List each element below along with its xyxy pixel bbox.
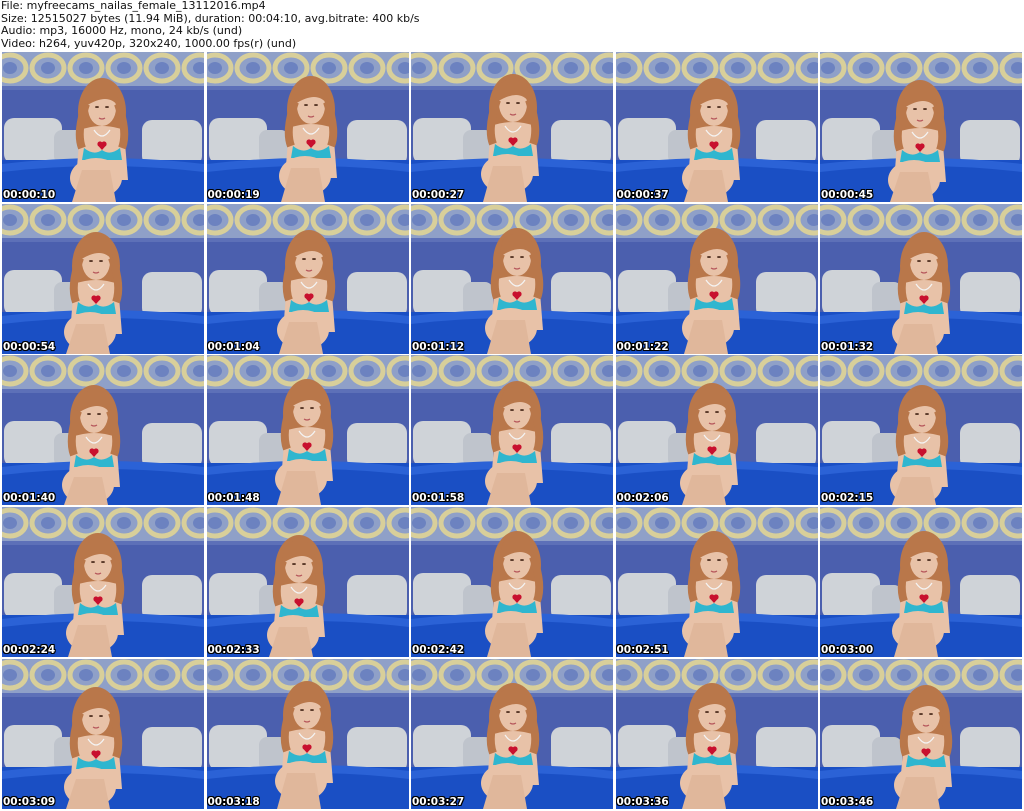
thumbnail-frame-image xyxy=(206,203,409,354)
thumbnail-frame-image xyxy=(411,203,613,354)
video-thumbnail: 00:02:24 xyxy=(2,507,204,658)
thumbnail-timestamp: 00:01:22 xyxy=(616,340,669,353)
video-thumbnail: 00:00:54 xyxy=(2,203,204,354)
thumbnail-frame-image xyxy=(411,507,613,658)
thumbnail-timestamp: 00:02:15 xyxy=(821,492,874,505)
thumbnail-frame-image xyxy=(411,355,613,506)
thumbnail-timestamp: 00:01:04 xyxy=(207,340,260,353)
thumbnail-timestamp: 00:03:18 xyxy=(207,795,260,808)
thumbnail-frame-image xyxy=(411,52,613,202)
thumbnail-timestamp: 00:02:33 xyxy=(207,644,260,657)
thumbnail-frame-image xyxy=(615,203,818,354)
thumbnail-timestamp: 00:00:54 xyxy=(3,340,56,353)
video-thumbnail: 00:01:12 xyxy=(411,203,613,354)
video-thumbnail: 00:00:27 xyxy=(411,52,613,202)
thumbnail-frame-image xyxy=(206,658,409,809)
thumbnail-timestamp: 00:03:27 xyxy=(412,795,465,808)
thumbnail-timestamp: 00:01:48 xyxy=(207,492,260,505)
thumbnail-timestamp: 00:03:36 xyxy=(616,795,669,808)
thumbnail-timestamp: 00:02:06 xyxy=(616,492,669,505)
video-thumbnail: 00:00:37 xyxy=(615,52,818,202)
video-thumbnail: 00:01:04 xyxy=(206,203,409,354)
thumbnail-frame-image xyxy=(615,355,818,506)
thumbnail-timestamp: 00:01:12 xyxy=(412,340,465,353)
thumbnail-frame-image xyxy=(615,52,818,202)
video-thumbnail: 00:02:06 xyxy=(615,355,818,506)
video-thumbnail: 00:01:48 xyxy=(206,355,409,506)
thumbnail-timestamp: 00:00:27 xyxy=(412,189,465,201)
video-thumbnail: 00:03:00 xyxy=(820,507,1022,658)
video-thumbnail: 00:01:40 xyxy=(2,355,204,506)
video-thumbnail: 00:02:51 xyxy=(615,507,818,658)
thumbnail-timestamp: 00:02:42 xyxy=(412,644,465,657)
audio-info-line: Audio: mp3, 16000 Hz, mono, 24 kb/s (und… xyxy=(1,24,243,37)
video-thumbnail: 00:03:27 xyxy=(411,658,613,809)
video-thumbnail: 00:03:09 xyxy=(2,658,204,809)
thumbnail-timestamp: 00:03:00 xyxy=(821,644,874,657)
video-thumbnail: 00:03:36 xyxy=(615,658,818,809)
video-thumbnail: 00:01:22 xyxy=(615,203,818,354)
thumbnail-timestamp: 00:01:58 xyxy=(412,492,465,505)
video-thumbnail: 00:02:42 xyxy=(411,507,613,658)
file-info-header: File: myfreecams_nailas_female_13112016.… xyxy=(0,0,1024,52)
thumbnail-frame-image xyxy=(2,203,204,354)
video-thumbnail: 00:02:15 xyxy=(820,355,1022,506)
thumbnail-frame-image xyxy=(820,203,1022,354)
thumbnail-frame-image xyxy=(820,52,1022,202)
thumbnail-frame-image xyxy=(615,507,818,658)
thumbnail-timestamp: 00:03:09 xyxy=(3,795,56,808)
video-thumbnail: 00:03:46 xyxy=(820,658,1022,809)
video-thumbnail: 00:00:19 xyxy=(206,52,409,202)
thumbnail-timestamp: 00:01:32 xyxy=(821,340,874,353)
thumbnail-timestamp: 00:02:24 xyxy=(3,644,56,657)
thumbnail-frame-image xyxy=(2,658,204,809)
file-name-line: File: myfreecams_nailas_female_13112016.… xyxy=(1,0,266,12)
thumbnail-frame-image xyxy=(820,355,1022,506)
thumbnail-frame-image xyxy=(2,355,204,506)
thumbnail-frame-image xyxy=(206,355,409,506)
video-thumbnail: 00:02:33 xyxy=(206,507,409,658)
thumbnail-timestamp: 00:02:51 xyxy=(616,644,669,657)
thumbnail-timestamp: 00:00:37 xyxy=(616,189,669,201)
thumbnail-frame-image xyxy=(2,507,204,658)
thumbnail-timestamp: 00:00:19 xyxy=(207,189,260,201)
thumbnail-frame-image xyxy=(615,658,818,809)
thumbnail-grid: 00:00:10 00:00:19 00:00:27 00:00:37 00:00:45… xyxy=(2,52,1022,809)
thumbnail-timestamp: 00:01:40 xyxy=(3,492,56,505)
video-thumbnail: 00:01:58 xyxy=(411,355,613,506)
thumbnail-timestamp: 00:03:46 xyxy=(821,795,874,808)
thumbnail-frame-image xyxy=(411,658,613,809)
thumbnail-frame-image xyxy=(206,507,409,658)
thumbnail-frame-image xyxy=(2,52,204,202)
video-thumbnail: 00:03:18 xyxy=(206,658,409,809)
thumbnail-frame-image xyxy=(820,507,1022,658)
video-thumbnail: 00:00:45 xyxy=(820,52,1022,202)
thumbnail-timestamp: 00:00:45 xyxy=(821,189,874,201)
thumbnail-timestamp: 00:00:10 xyxy=(3,189,56,201)
thumbnail-frame-image xyxy=(206,52,409,202)
thumbnail-frame-image xyxy=(820,658,1022,809)
video-info-line: Video: h264, yuv420p, 320x240, 1000.00 f… xyxy=(1,36,297,50)
video-thumbnail: 00:00:10 xyxy=(2,52,204,202)
video-thumbnail: 00:01:32 xyxy=(820,203,1022,354)
